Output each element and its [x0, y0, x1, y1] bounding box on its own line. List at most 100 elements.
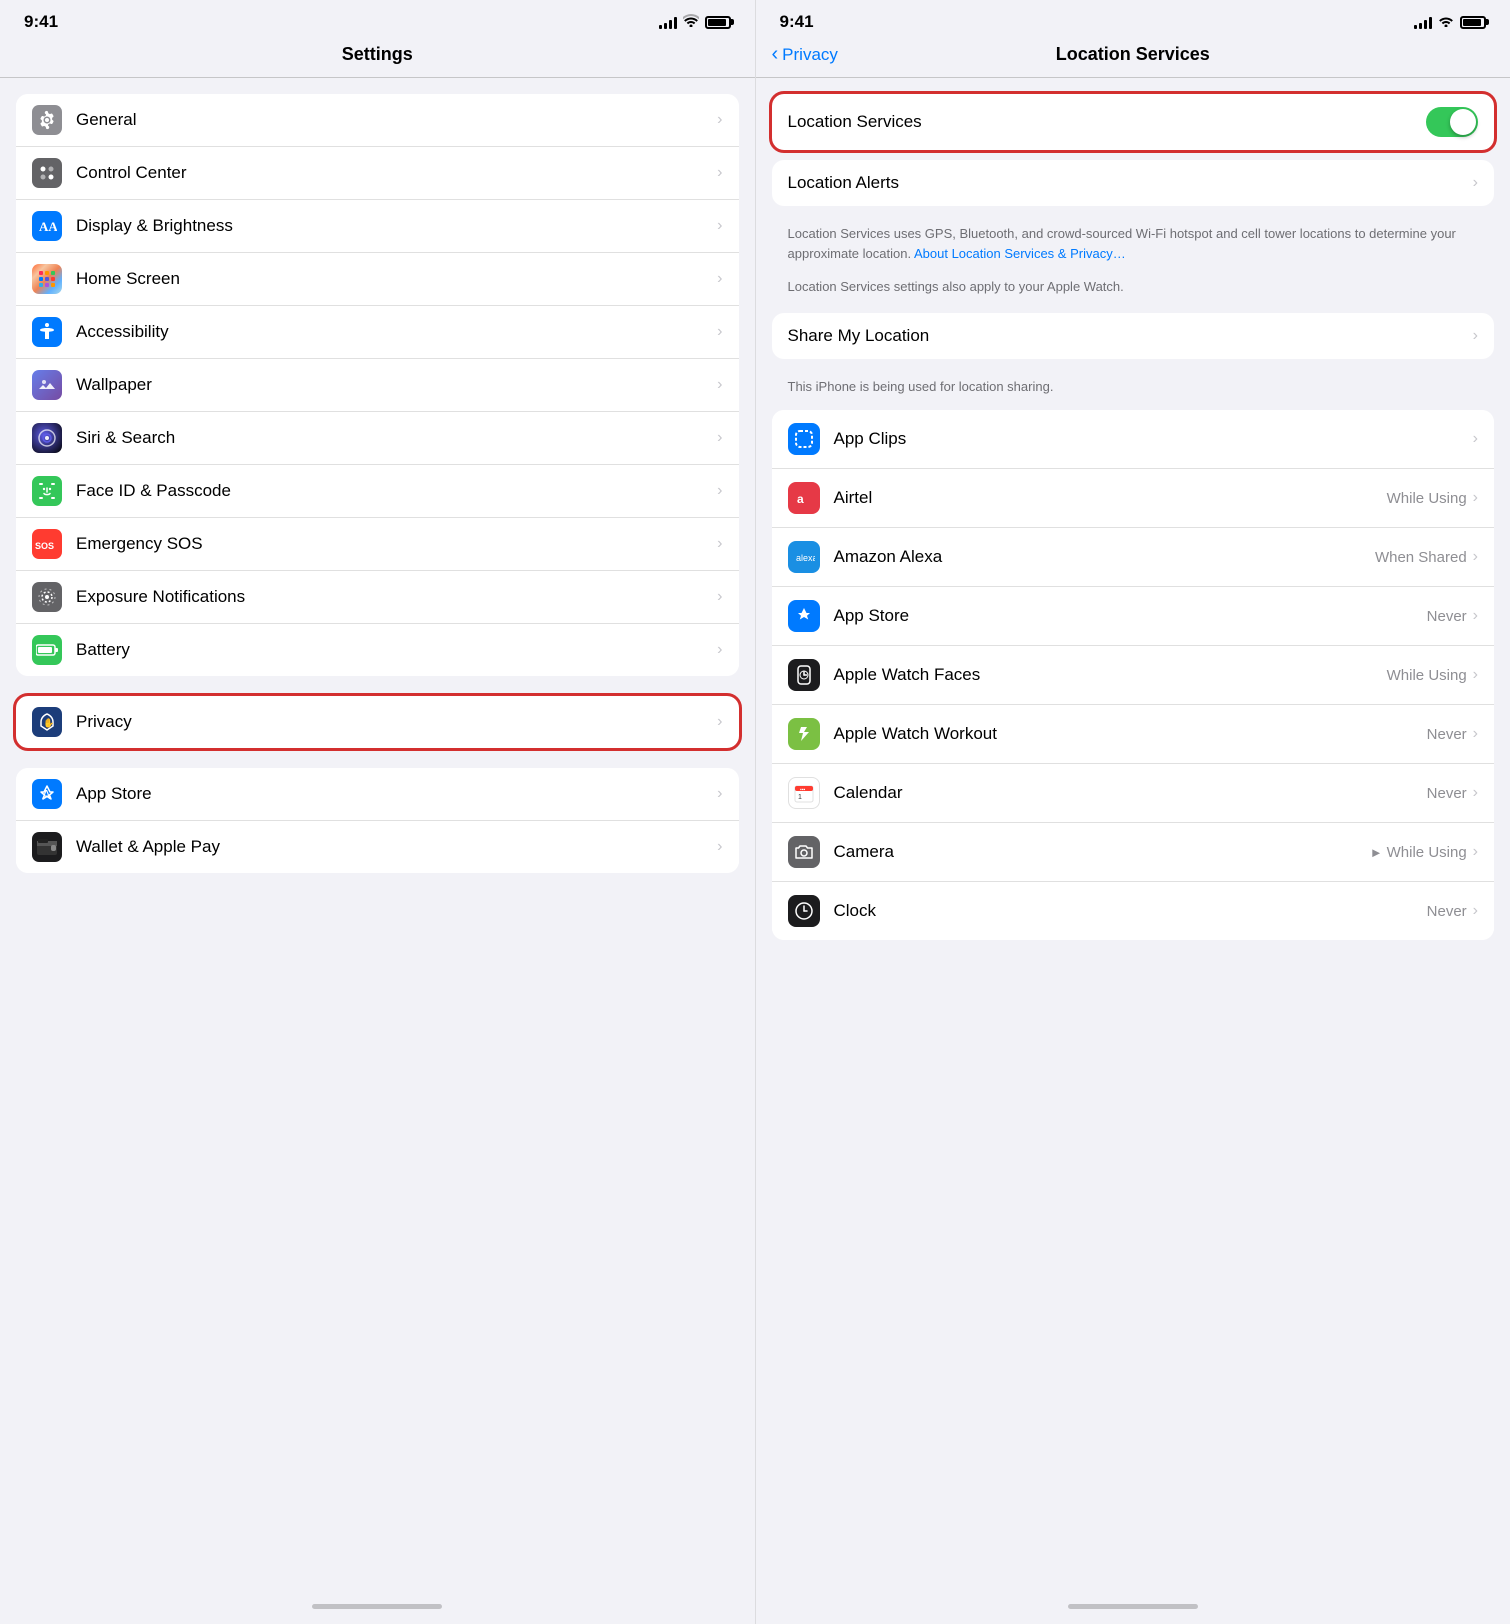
location-services-toggle-row[interactable]: Location Services [772, 94, 1495, 150]
location-alerts-chevron: › [1473, 174, 1478, 192]
wifi-icon-right [1438, 14, 1454, 30]
emergency-sos-label: Emergency SOS [76, 534, 717, 554]
settings-row-app-store[interactable]: A App Store › [16, 768, 739, 821]
settings-row-home-screen[interactable]: Home Screen › [16, 253, 739, 306]
alexa-icon: alexa [788, 541, 820, 573]
svg-text:A: A [42, 787, 51, 802]
location-alerts-label: Location Alerts [788, 173, 1473, 193]
app-row-amazon-alexa[interactable]: alexa Amazon Alexa When Shared › [772, 528, 1495, 587]
app-row-apple-watch-faces[interactable]: Apple Watch Faces While Using › [772, 646, 1495, 705]
settings-row-wallpaper[interactable]: Wallpaper › [16, 359, 739, 412]
left-panel: 9:41 Settings [0, 0, 755, 1624]
back-label: Privacy [782, 45, 838, 65]
alexa-label: Amazon Alexa [834, 547, 1375, 567]
app-row-clock[interactable]: Clock Never › [772, 882, 1495, 940]
settings-row-control-center[interactable]: Control Center › [16, 147, 739, 200]
clock-label: Clock [834, 901, 1427, 921]
privacy-label: Privacy [76, 712, 717, 732]
app-store-settings-icon: A [32, 779, 62, 809]
back-button[interactable]: ‹ Privacy [772, 45, 838, 65]
location-services-content: Location Services Location Alerts › Loca… [756, 86, 1510, 1594]
general-label: General [76, 110, 717, 130]
camera-chevron: › [1473, 843, 1478, 861]
svg-text:SOS: SOS [35, 541, 54, 551]
svg-text:✋: ✋ [43, 717, 54, 728]
exposure-label: Exposure Notifications [76, 587, 717, 607]
home-screen-label: Home Screen [76, 269, 717, 289]
siri-label: Siri & Search [76, 428, 717, 448]
svg-text:1: 1 [798, 794, 802, 801]
calendar-icon: ▪▪▪ 1 [788, 777, 820, 809]
battery-settings-icon [32, 635, 62, 665]
general-chevron: › [717, 111, 722, 129]
location-toggle-label: Location Services [788, 112, 1427, 132]
wallpaper-chevron: › [717, 376, 722, 394]
settings-row-accessibility[interactable]: Accessibility › [16, 306, 739, 359]
status-bar-right: 9:41 [756, 0, 1510, 36]
app-row-calendar[interactable]: ▪▪▪ 1 Calendar Never › [772, 764, 1495, 823]
face-id-label: Face ID & Passcode [76, 481, 717, 501]
status-icons-right [1414, 14, 1486, 30]
settings-row-emergency-sos[interactable]: SOS Emergency SOS › [16, 518, 739, 571]
app-row-app-clips[interactable]: App Clips › [772, 410, 1495, 469]
location-alerts-row[interactable]: Location Alerts › [772, 160, 1495, 206]
calendar-chevron: › [1473, 784, 1478, 802]
apple-watch-faces-icon [788, 659, 820, 691]
svg-text:a: a [797, 492, 804, 506]
app-row-app-store[interactable]: App Store Never › [772, 587, 1495, 646]
calendar-value: Never [1427, 785, 1467, 802]
face-id-chevron: › [717, 482, 722, 500]
airtel-chevron: › [1473, 489, 1478, 507]
clock-icon [788, 895, 820, 927]
camera-app-icon [788, 836, 820, 868]
location-alerts-group: Location Alerts › [772, 160, 1495, 206]
privacy-chevron: › [717, 713, 722, 731]
wifi-icon [683, 14, 699, 30]
settings-row-siri[interactable]: Siri & Search › [16, 412, 739, 465]
back-chevron-icon: ‹ [772, 44, 779, 64]
calendar-label: Calendar [834, 783, 1427, 803]
wallet-chevron: › [717, 838, 722, 856]
apple-watch-workout-label: Apple Watch Workout [834, 724, 1427, 744]
display-icon: AA [32, 211, 62, 241]
home-screen-chevron: › [717, 270, 722, 288]
camera-location-arrow-icon: ► [1370, 845, 1383, 860]
control-center-chevron: › [717, 164, 722, 182]
exposure-icon [32, 582, 62, 612]
alexa-value: When Shared [1375, 549, 1467, 566]
svg-text:▪▪▪: ▪▪▪ [800, 787, 806, 793]
app-clips-chevron: › [1473, 430, 1478, 448]
app-clips-label: App Clips [834, 429, 1473, 449]
app-list-group: App Clips › a Airtel While Using › alexa [772, 410, 1495, 940]
settings-row-privacy[interactable]: ✋ Privacy › [16, 696, 739, 748]
apple-watch-workout-chevron: › [1473, 725, 1478, 743]
share-location-note: This iPhone is being used for location s… [772, 367, 1495, 411]
settings-title: Settings [342, 44, 413, 65]
settings-group-privacy: ✋ Privacy › [16, 696, 739, 748]
description-link[interactable]: About Location Services & Privacy… [914, 246, 1126, 261]
home-indicator-left [0, 1594, 755, 1624]
apple-watch-faces-value: While Using [1387, 667, 1467, 684]
app-store-location-label: App Store [834, 606, 1427, 626]
app-row-apple-watch-workout[interactable]: Apple Watch Workout Never › [772, 705, 1495, 764]
general-icon [32, 105, 62, 135]
settings-row-wallet[interactable]: Wallet & Apple Pay › [16, 821, 739, 873]
settings-row-exposure[interactable]: Exposure Notifications › [16, 571, 739, 624]
app-store-location-chevron: › [1473, 607, 1478, 625]
settings-row-face-id[interactable]: Face ID & Passcode › [16, 465, 739, 518]
settings-header: Settings [0, 36, 755, 77]
app-clips-icon [788, 423, 820, 455]
location-services-toggle[interactable] [1426, 107, 1478, 137]
siri-icon [32, 423, 62, 453]
time-left: 9:41 [24, 12, 58, 32]
control-center-icon [32, 158, 62, 188]
svg-text:AA: AA [39, 219, 57, 234]
settings-row-battery[interactable]: Battery › [16, 624, 739, 676]
settings-row-display[interactable]: AA Display & Brightness › [16, 200, 739, 253]
emergency-sos-icon: SOS [32, 529, 62, 559]
battery-label: Battery [76, 640, 717, 660]
app-row-airtel[interactable]: a Airtel While Using › [772, 469, 1495, 528]
app-row-camera[interactable]: Camera ► While Using › [772, 823, 1495, 882]
share-location-row[interactable]: Share My Location › [772, 313, 1495, 359]
settings-row-general[interactable]: General › [16, 94, 739, 147]
